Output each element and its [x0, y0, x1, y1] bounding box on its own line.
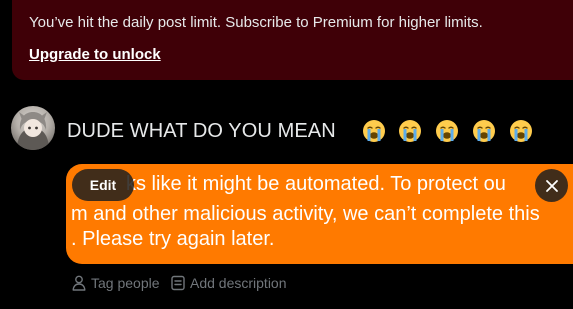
image-error-line-2: m and other malicious activity, we can’t…: [71, 203, 540, 225]
close-icon: [545, 179, 558, 192]
loudly-crying-face-icon: [510, 120, 532, 142]
avatar[interactable]: [11, 106, 55, 150]
loudly-crying-face-icon: [363, 120, 385, 142]
compose-screen: You’ve hit the daily post limit. Subscri…: [0, 0, 573, 309]
tag-people-label: Tag people: [91, 275, 160, 291]
add-description-button[interactable]: Add description: [171, 274, 287, 292]
loudly-crying-face-icon: [399, 120, 421, 142]
edit-image-button[interactable]: Edit: [72, 169, 134, 201]
loudly-crying-face-icon: [436, 120, 458, 142]
post-limit-message: You’ve hit the daily post limit. Subscri…: [29, 14, 483, 31]
add-description-label: Add description: [190, 275, 287, 291]
post-text[interactable]: DUDE WHAT DO YOU MEAN: [67, 120, 336, 143]
upgrade-to-unlock-link[interactable]: Upgrade to unlock: [29, 46, 161, 63]
description-icon: [171, 275, 185, 291]
remove-image-button[interactable]: [535, 169, 568, 202]
image-error-line-3: . Please try again later.: [71, 228, 275, 250]
avatar-illustration: [17, 112, 49, 150]
attached-image[interactable]: ks like it might be automated. To protec…: [66, 164, 573, 264]
tag-people-button[interactable]: Tag people: [72, 274, 160, 292]
post-limit-banner: You’ve hit the daily post limit. Subscri…: [12, 0, 573, 80]
image-error-line-1: ks like it might be automated. To protec…: [126, 173, 506, 195]
person-icon: [72, 275, 86, 291]
loudly-crying-face-icon: [473, 120, 495, 142]
